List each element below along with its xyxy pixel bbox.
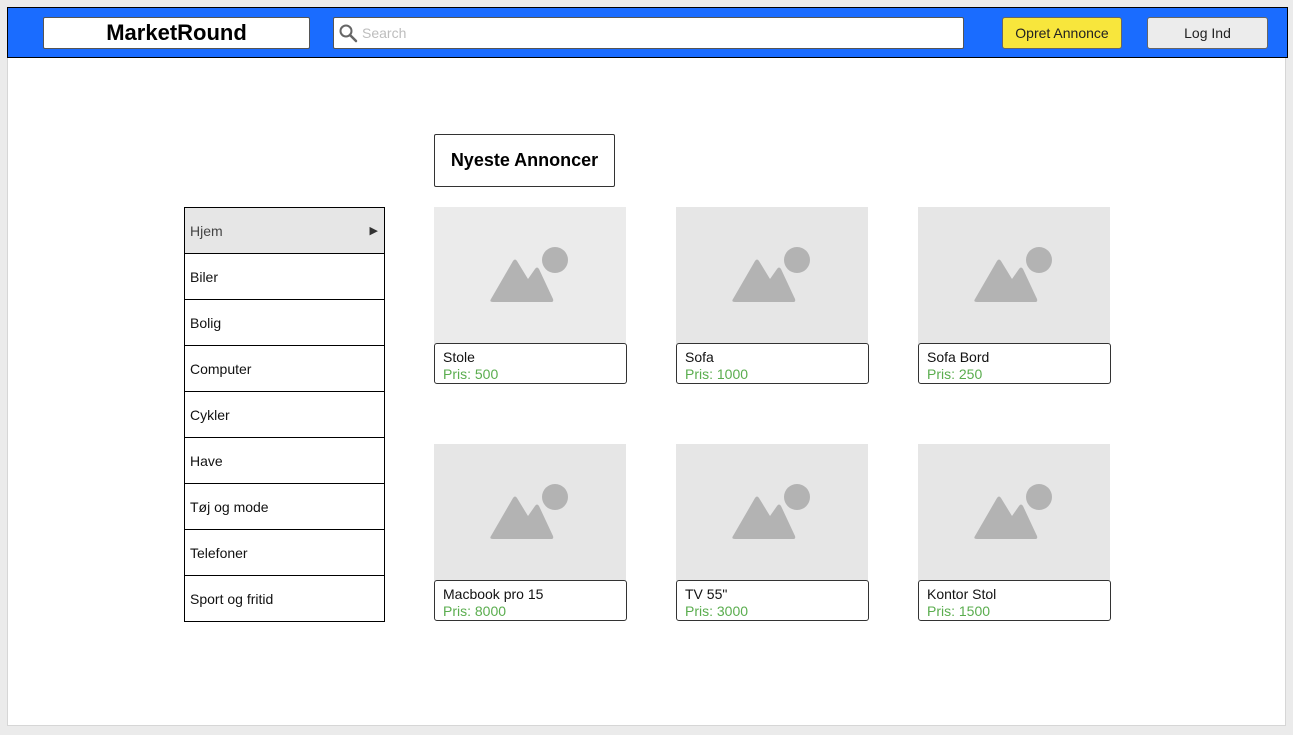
- listing-card[interactable]: TV 55" Pris: 3000: [676, 444, 869, 621]
- menu-item-have[interactable]: Have: [185, 438, 384, 484]
- top-bar: MarketRound Opret Annonce Log Ind: [7, 7, 1288, 58]
- menu-item-cykler[interactable]: Cykler: [185, 392, 384, 438]
- image-placeholder-icon: [974, 483, 1052, 539]
- play-arrow-icon: ▶: [369, 225, 378, 237]
- listing-title: Kontor Stol: [927, 586, 997, 602]
- listing-price: Pris: 500: [443, 366, 499, 382]
- menu-item-toej-og-mode[interactable]: Tøj og mode: [185, 484, 384, 530]
- menu-item-biler[interactable]: Biler: [185, 254, 384, 300]
- listing-image: [676, 207, 868, 344]
- search-input[interactable]: [360, 21, 963, 45]
- menu-item-label: Biler: [190, 268, 219, 285]
- listing-info: Sofa Bord Pris: 250: [918, 343, 1111, 384]
- menu-item-label: Computer: [190, 360, 252, 377]
- menu-item-computer[interactable]: Computer: [185, 346, 384, 392]
- site-logo[interactable]: MarketRound: [43, 17, 310, 49]
- listing-price: Pris: 250: [927, 366, 983, 382]
- section-title: Nyeste Annoncer: [434, 134, 615, 187]
- login-button[interactable]: Log Ind: [1147, 17, 1268, 49]
- listing-image: [676, 444, 868, 581]
- listing-info: Kontor Stol Pris: 1500: [918, 580, 1111, 621]
- image-placeholder-icon: [974, 246, 1052, 302]
- menu-item-sport-og-fritid[interactable]: Sport og fritid: [185, 576, 384, 621]
- listing-image: [918, 207, 1110, 344]
- menu-item-label: Telefoner: [190, 544, 248, 561]
- listing-info: Macbook pro 15 Pris: 8000: [434, 580, 627, 621]
- menu-item-label: Tøj og mode: [190, 498, 269, 515]
- listing-title: Sofa: [685, 349, 714, 365]
- listing-title: TV 55": [685, 586, 728, 602]
- listing-price: Pris: 8000: [443, 603, 507, 619]
- create-listing-button[interactable]: Opret Annonce: [1002, 17, 1122, 49]
- menu-item-label: Have: [190, 452, 223, 469]
- image-placeholder-icon: [732, 246, 810, 302]
- listing-price: Pris: 3000: [685, 603, 749, 619]
- menu-item-label: Hjem: [190, 222, 223, 239]
- image-placeholder-icon: [490, 483, 568, 539]
- listing-title: Macbook pro 15: [443, 586, 544, 602]
- menu-item-bolig[interactable]: Bolig: [185, 300, 384, 346]
- menu-item-hjem[interactable]: Hjem ▶: [185, 208, 384, 254]
- listing-image: [918, 444, 1110, 581]
- listing-card[interactable]: Sofa Pris: 1000: [676, 207, 869, 384]
- listing-info: Sofa Pris: 1000: [676, 343, 869, 384]
- listing-title: Stole: [443, 349, 475, 365]
- menu-item-label: Cykler: [190, 406, 230, 423]
- listing-card[interactable]: Kontor Stol Pris: 1500: [918, 444, 1111, 621]
- listing-info: TV 55" Pris: 3000: [676, 580, 869, 621]
- listing-title: Sofa Bord: [927, 349, 990, 365]
- listing-card[interactable]: Sofa Bord Pris: 250: [918, 207, 1111, 384]
- menu-item-label: Sport og fritid: [190, 590, 274, 607]
- search-bar[interactable]: [333, 17, 964, 49]
- search-icon: [338, 22, 360, 44]
- image-placeholder-icon: [732, 483, 810, 539]
- menu-item-telefoner[interactable]: Telefoner: [185, 530, 384, 576]
- listing-price: Pris: 1000: [685, 366, 749, 382]
- listing-price: Pris: 1500: [927, 603, 991, 619]
- category-menu: Hjem ▶ Biler Bolig Computer Cykler Have …: [184, 207, 385, 622]
- listing-image: [434, 444, 626, 581]
- menu-item-label: Bolig: [190, 314, 222, 331]
- listing-card[interactable]: Stole Pris: 500: [434, 207, 627, 384]
- image-placeholder-icon: [490, 246, 568, 302]
- listing-card[interactable]: Macbook pro 15 Pris: 8000: [434, 444, 627, 621]
- listing-info: Stole Pris: 500: [434, 343, 627, 384]
- listing-image: [434, 207, 626, 344]
